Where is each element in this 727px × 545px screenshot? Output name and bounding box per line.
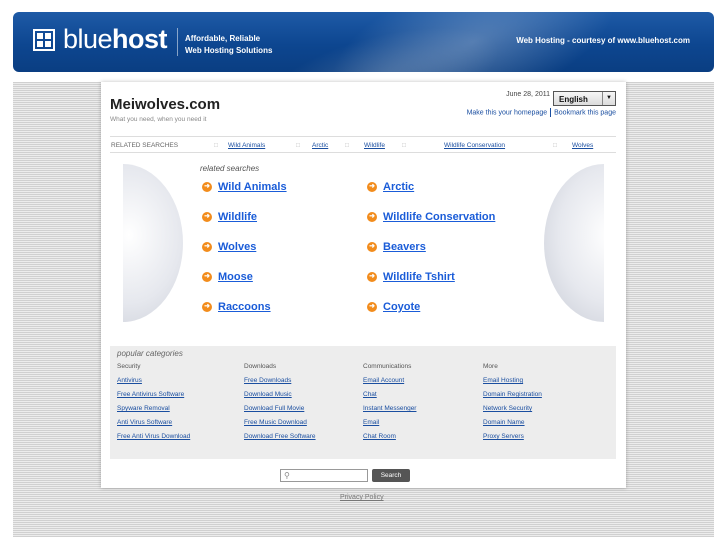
category-link[interactable]: Spyware Removal bbox=[117, 405, 190, 412]
link-divider bbox=[550, 108, 552, 117]
search-input[interactable]: ⚲ bbox=[280, 469, 368, 482]
language-value: English bbox=[559, 95, 588, 104]
category-column: More Email Hosting Domain Registration N… bbox=[483, 363, 542, 447]
arrow-right-icon: ➜ bbox=[202, 212, 212, 222]
related-link[interactable]: ➜ Wolves bbox=[202, 241, 256, 253]
category-column: Communications Email Account Chat Instan… bbox=[363, 363, 416, 447]
category-column: Downloads Free Downloads Download Music … bbox=[244, 363, 316, 447]
chevron-down-icon[interactable]: ▼ bbox=[602, 92, 615, 105]
related-bar-link[interactable]: Wild Animals bbox=[228, 142, 265, 149]
category-link[interactable]: Download Music bbox=[244, 391, 316, 398]
tagline-line-1: Affordable, Reliable bbox=[185, 34, 261, 43]
related-link[interactable]: ➜ Arctic bbox=[367, 181, 414, 193]
category-title: Downloads bbox=[244, 363, 277, 370]
related-link[interactable]: ➜ Wildlife bbox=[202, 211, 257, 223]
category-link[interactable]: Email Account bbox=[363, 377, 416, 384]
popular-categories-heading: popular categories bbox=[117, 349, 183, 358]
category-link[interactable]: Email Hosting bbox=[483, 377, 542, 384]
tagline-line-2: Web Hosting Solutions bbox=[185, 46, 273, 55]
separator-icon: □ bbox=[553, 142, 557, 149]
related-bar-link[interactable]: Wolves bbox=[572, 142, 593, 149]
related-searches-bar: RELATED SEARCHES □ Wild Animals □ Arctic… bbox=[110, 136, 616, 153]
bookmark-link[interactable]: Bookmark this page bbox=[554, 109, 616, 116]
popular-categories: popular categories Security Antivirus Fr… bbox=[110, 346, 616, 459]
category-link[interactable]: Proxy Servers bbox=[483, 433, 542, 440]
arrow-right-icon: ➜ bbox=[202, 272, 212, 282]
related-link[interactable]: ➜ Raccoons bbox=[202, 301, 271, 313]
category-link[interactable]: Download Full Movie bbox=[244, 405, 316, 412]
search-button[interactable]: Search bbox=[372, 469, 410, 482]
category-title: Security bbox=[117, 363, 141, 370]
arrow-right-icon: ➜ bbox=[202, 302, 212, 312]
banner-tagline: Affordable, Reliable Web Hosting Solutio… bbox=[185, 33, 272, 57]
category-link[interactable]: Domain Registration bbox=[483, 391, 542, 398]
bluehost-logo-icon[interactable] bbox=[33, 29, 55, 51]
category-link[interactable]: Antivirus bbox=[117, 377, 190, 384]
related-link[interactable]: ➜ Wildlife Tshirt bbox=[367, 271, 455, 283]
related-searches-label: RELATED SEARCHES bbox=[111, 142, 179, 149]
related-searches-heading: related searches bbox=[200, 164, 260, 173]
search-icon: ⚲ bbox=[284, 471, 290, 480]
arrow-right-icon: ➜ bbox=[367, 272, 377, 282]
main-card: Meiwolves.com What you need, when you ne… bbox=[101, 82, 626, 488]
related-link[interactable]: ➜ Beavers bbox=[367, 241, 426, 253]
privacy-policy-link[interactable]: Privacy Policy bbox=[340, 494, 384, 501]
decorative-orb-right bbox=[544, 164, 604, 322]
category-link[interactable]: Domain Name bbox=[483, 419, 542, 426]
category-link[interactable]: Anti Virus Software bbox=[117, 419, 190, 426]
arrow-right-icon: ➜ bbox=[367, 302, 377, 312]
site-subtitle: What you need, when you need it bbox=[110, 116, 207, 123]
related-link[interactable]: ➜ Coyote bbox=[367, 301, 420, 313]
category-link[interactable]: Chat Room bbox=[363, 433, 416, 440]
header-links: Make this your homepage Bookmark this pag… bbox=[467, 108, 616, 117]
category-link[interactable]: Free Music Download bbox=[244, 419, 316, 426]
category-link[interactable]: Instant Messenger bbox=[363, 405, 416, 412]
related-link[interactable]: ➜ Moose bbox=[202, 271, 253, 283]
bluehost-logo-text[interactable]: bluehost bbox=[63, 24, 168, 55]
category-link[interactable]: Chat bbox=[363, 391, 416, 398]
category-link[interactable]: Free Downloads bbox=[244, 377, 316, 384]
category-link[interactable]: Network Security bbox=[483, 405, 542, 412]
separator-icon: □ bbox=[402, 142, 406, 149]
language-select[interactable]: English ▼ bbox=[553, 91, 616, 106]
related-bar-link[interactable]: Wildlife bbox=[364, 142, 385, 149]
category-column: Security Antivirus Free Antivirus Softwa… bbox=[117, 363, 190, 447]
category-link[interactable]: Free Anti Virus Download bbox=[117, 433, 190, 440]
date-label: June 28, 2011 bbox=[506, 91, 550, 98]
separator-icon: □ bbox=[214, 142, 218, 149]
arrow-right-icon: ➜ bbox=[367, 182, 377, 192]
logo-divider bbox=[177, 28, 178, 56]
make-homepage-link[interactable]: Make this your homepage bbox=[467, 109, 548, 116]
category-link[interactable]: Download Free Software bbox=[244, 433, 316, 440]
arrow-right-icon: ➜ bbox=[367, 242, 377, 252]
separator-icon: □ bbox=[345, 142, 349, 149]
related-link[interactable]: ➜ Wild Animals bbox=[202, 181, 287, 193]
courtesy-link[interactable]: Web Hosting - courtesy of www.bluehost.c… bbox=[516, 36, 690, 45]
arrow-right-icon: ➜ bbox=[202, 182, 212, 192]
category-title: More bbox=[483, 363, 498, 370]
related-bar-link[interactable]: Arctic bbox=[312, 142, 328, 149]
decorative-orb-left bbox=[123, 164, 183, 322]
category-link[interactable]: Free Antivirus Software bbox=[117, 391, 190, 398]
arrow-right-icon: ➜ bbox=[367, 212, 377, 222]
category-link[interactable]: Email bbox=[363, 419, 416, 426]
arrow-right-icon: ➜ bbox=[202, 242, 212, 252]
bluehost-banner: bluehost Affordable, Reliable Web Hostin… bbox=[13, 12, 714, 72]
related-bar-link[interactable]: Wildlife Conservation bbox=[444, 142, 505, 149]
separator-icon: □ bbox=[296, 142, 300, 149]
related-link[interactable]: ➜ Wildlife Conservation bbox=[367, 211, 495, 223]
category-title: Communications bbox=[363, 363, 412, 370]
site-title: Meiwolves.com bbox=[110, 96, 221, 113]
